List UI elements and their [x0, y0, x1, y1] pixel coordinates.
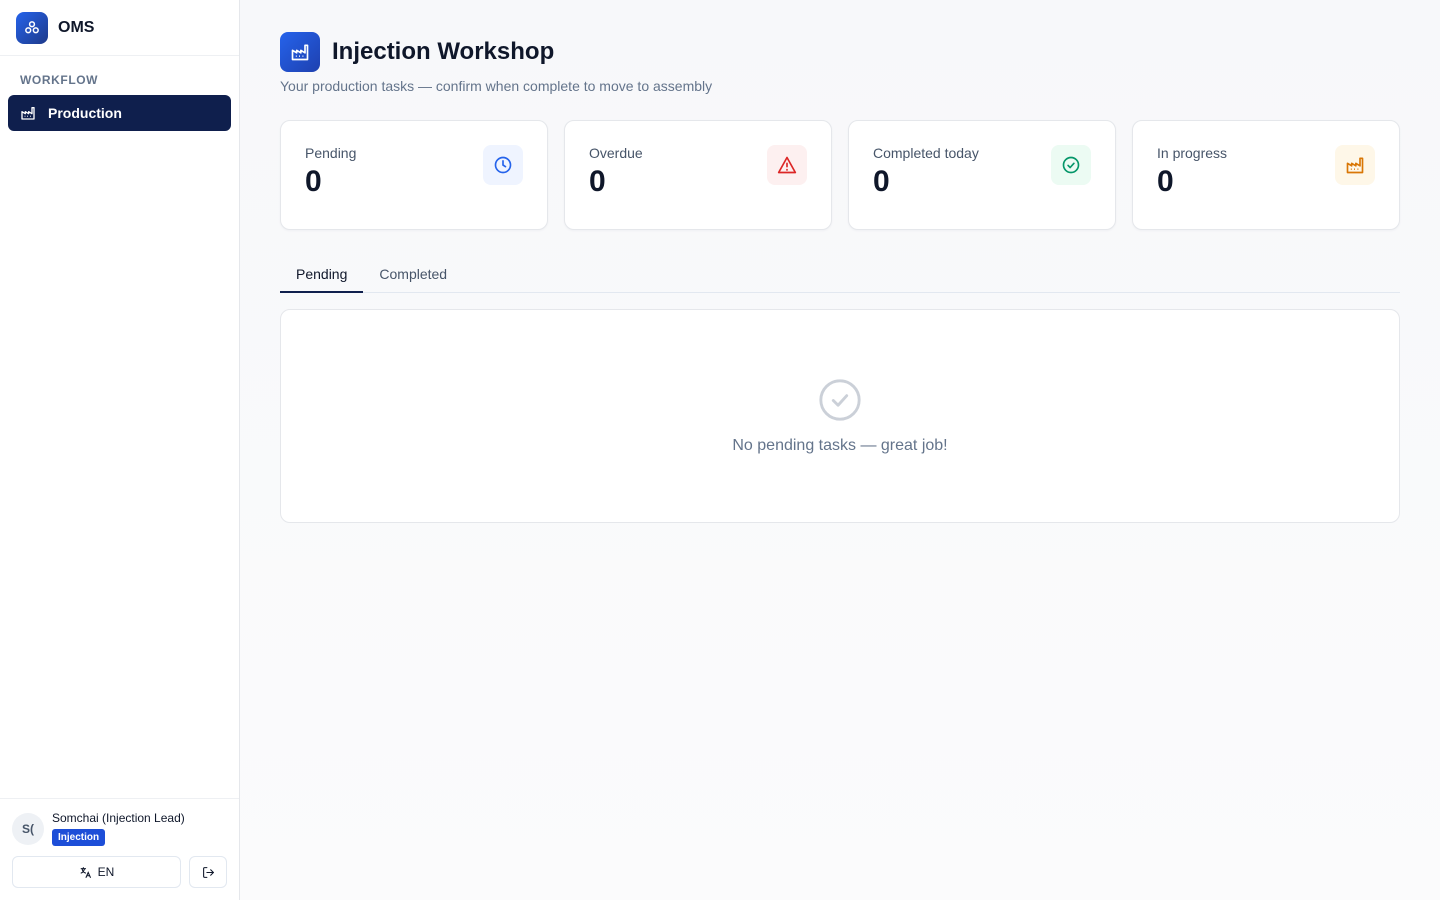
main-content: Injection Workshop Your production tasks…	[240, 0, 1440, 900]
app-name: OMS	[58, 18, 95, 36]
factory-icon	[1335, 145, 1375, 185]
factory-icon	[280, 32, 320, 72]
language-button[interactable]: EN	[12, 856, 181, 888]
factory-icon	[20, 105, 36, 121]
user-panel: S( Somchai (Injection Lead) Injection EN	[0, 798, 239, 900]
user-name: Somchai (Injection Lead)	[52, 811, 185, 825]
language-label: EN	[97, 865, 115, 879]
empty-state: No pending tasks — great job!	[280, 309, 1400, 523]
clock-icon	[483, 145, 523, 185]
nav-section-label: WORKFLOW	[20, 73, 99, 87]
tab-completed[interactable]: Completed	[363, 256, 463, 292]
sidebar-item-production[interactable]: Production	[8, 95, 231, 131]
empty-state-message: No pending tasks — great job!	[732, 437, 948, 454]
stat-card-overdue: Overdue 0	[564, 120, 832, 230]
stats-row: Pending 0 Overdue 0 Completed today 0 In…	[280, 120, 1400, 230]
check-circle-icon	[817, 377, 863, 423]
check-circle-icon	[1051, 145, 1091, 185]
translate-icon	[79, 866, 92, 879]
alert-triangle-icon	[767, 145, 807, 185]
tab-pending[interactable]: Pending	[280, 256, 364, 293]
brand[interactable]: OMS	[0, 0, 239, 56]
logout-icon	[202, 866, 215, 879]
sidebar: OMS WORKFLOW Production S( Somchai (Inje…	[0, 0, 240, 900]
task-tabs: Pending Completed	[280, 256, 1400, 293]
logout-button[interactable]	[189, 856, 227, 888]
page-subtitle: Your production tasks — confirm when com…	[280, 78, 713, 94]
page-title: Injection Workshop	[332, 38, 555, 65]
oms-logo-icon	[16, 11, 48, 44]
stat-card-completed-today: Completed today 0	[848, 120, 1116, 230]
stat-card-in-progress: In progress 0	[1132, 120, 1400, 230]
avatar: S(	[12, 812, 44, 845]
stat-card-pending: Pending 0	[280, 120, 548, 230]
user-role-badge: Injection	[52, 829, 106, 846]
sidebar-item-label: Production	[48, 105, 122, 121]
